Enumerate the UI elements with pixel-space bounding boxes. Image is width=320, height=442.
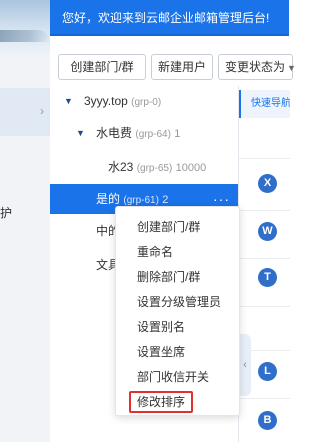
- menu-item-delete-group[interactable]: 删除部门/群: [116, 265, 241, 290]
- menu-item-label: 修改排序: [129, 391, 194, 413]
- avatar[interactable]: B: [258, 411, 277, 430]
- menu-item-rename[interactable]: 重命名: [116, 240, 241, 265]
- menu-item-label: 创建部门/群: [137, 220, 201, 234]
- divider: [239, 158, 290, 159]
- right-panel: 快速导航 X W T L B ‹: [238, 86, 290, 442]
- triangle-down-icon[interactable]: ▼: [64, 86, 73, 116]
- avatar[interactable]: W: [258, 222, 277, 241]
- avatar[interactable]: L: [258, 362, 277, 381]
- menu-item-set-sub-admin[interactable]: 设置分级管理员: [116, 290, 241, 315]
- menu-item-label: 设置别名: [137, 320, 186, 334]
- avatar[interactable]: T: [258, 268, 277, 287]
- tree-node[interactable]: ▼ 水电费 (grp-64) 1: [50, 118, 238, 148]
- tree-node-id: (grp-64): [135, 129, 171, 140]
- toolbar: 创建部门/群 新建用户 变更状态为 ▼: [50, 44, 296, 84]
- new-user-label: 新建用户: [157, 60, 206, 74]
- menu-item-create-group[interactable]: 创建部门/群: [116, 215, 241, 240]
- change-status-dropdown[interactable]: 变更状态为 ▼: [218, 54, 296, 80]
- tree-node-name: 水电费: [96, 126, 133, 140]
- tree-node-name: 3yyy.top: [84, 94, 128, 108]
- tree-node-count: 1: [174, 128, 181, 140]
- header-bar: 您好，欢迎来到云邮企业邮箱管理后台!: [50, 0, 289, 36]
- change-status-label: 变更状态为: [225, 60, 286, 74]
- menu-item-label: 删除部门/群: [137, 270, 201, 284]
- menu-item-mail-receive-toggle[interactable]: 部门收信开关: [116, 365, 241, 390]
- menu-item-label: 设置坐席: [137, 345, 186, 359]
- menu-item-label: 设置分级管理员: [137, 295, 222, 309]
- create-group-button[interactable]: 创建部门/群: [58, 54, 146, 80]
- tree-node-count: 10000: [175, 162, 207, 174]
- create-group-label: 创建部门/群: [70, 60, 134, 74]
- tree-node-root[interactable]: ▼ 3yyy.top (grp-0): [50, 86, 238, 116]
- avatar[interactable]: X: [258, 174, 277, 193]
- welcome-text: 您好，欢迎来到云邮企业邮箱管理后台!: [62, 11, 270, 25]
- triangle-down-icon[interactable]: ▼: [76, 118, 85, 148]
- tree-node-id: (grp-0): [131, 97, 162, 108]
- tree-node[interactable]: 水23 (grp-65) 10000: [50, 152, 238, 182]
- divider: [239, 210, 290, 211]
- menu-item-set-alias[interactable]: 设置别名: [116, 315, 241, 340]
- tree-node-name: 是的: [96, 192, 121, 206]
- tree-node-name: 水23: [108, 160, 134, 174]
- divider: [239, 258, 290, 259]
- quick-nav-link[interactable]: 快速导航: [239, 90, 290, 118]
- divider: [239, 398, 290, 399]
- banner-image: [0, 0, 50, 55]
- menu-item-set-seat[interactable]: 设置坐席: [116, 340, 241, 365]
- tree-node-id: (grp-61): [123, 195, 159, 206]
- context-menu: 创建部门/群 重命名 删除部门/群 设置分级管理员 设置别名 设置坐席 部门收信…: [115, 206, 240, 416]
- chevron-right-icon[interactable]: ›: [40, 104, 44, 118]
- menu-item-label: 重命名: [137, 245, 174, 259]
- divider: [239, 306, 290, 307]
- menu-item-change-order[interactable]: 修改排序: [116, 390, 241, 415]
- menu-item-label: 部门收信开关: [137, 370, 210, 384]
- left-background: › 护: [0, 0, 50, 442]
- left-nav-fragment: 护: [0, 206, 13, 220]
- new-user-button[interactable]: 新建用户: [151, 54, 213, 80]
- tree-node-id: (grp-65): [136, 163, 173, 174]
- caret-down-icon: ▼: [287, 63, 296, 73]
- tree-node-count: 2: [162, 194, 169, 206]
